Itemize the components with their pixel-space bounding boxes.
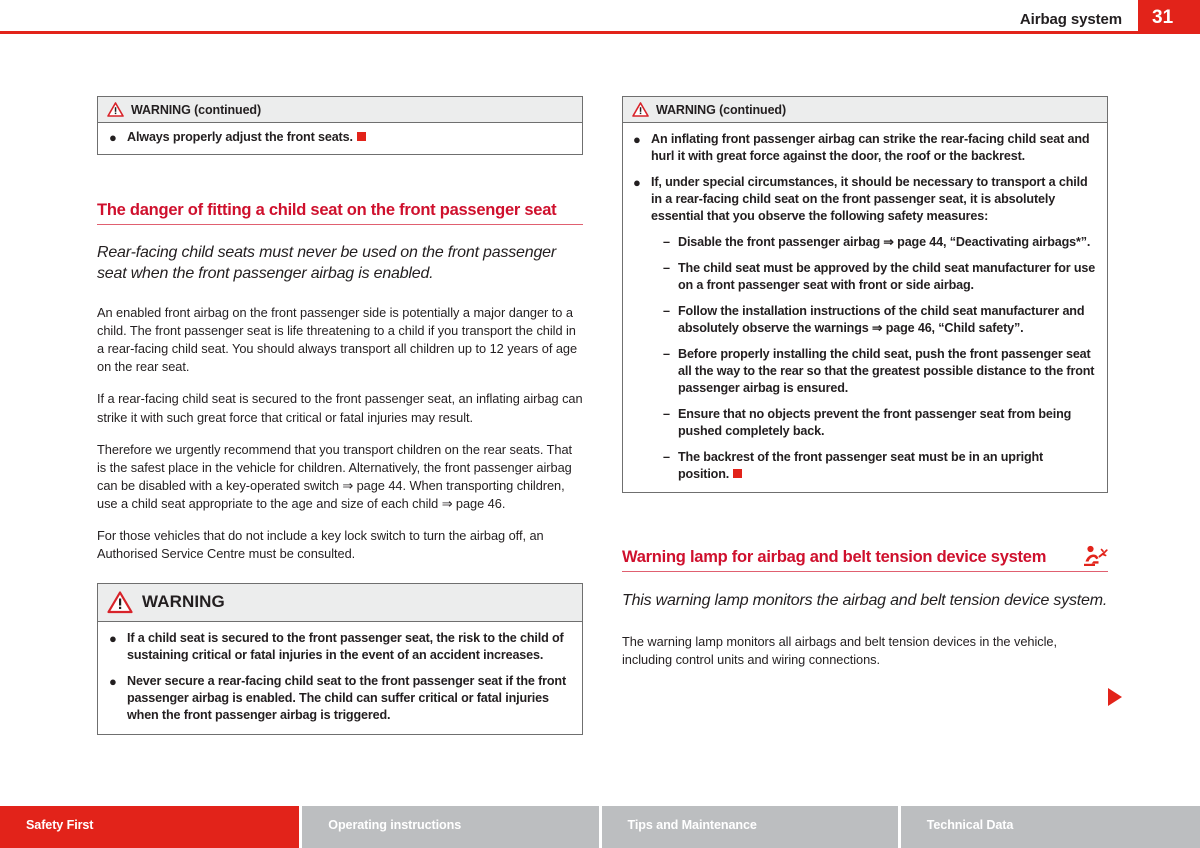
warning-item-text: If, under special circumstances, it shou… xyxy=(651,175,1088,223)
warning-body-left: ● If a child seat is secured to the fron… xyxy=(98,622,582,734)
warning-continued-header-right: WARNING (continued) xyxy=(623,97,1107,123)
body-paragraph-3: Therefore we urgently recommend that you… xyxy=(97,441,573,512)
dash-marker: – xyxy=(663,407,670,421)
body-paragraph-4: For those vehicles that do not include a… xyxy=(97,528,544,562)
tab-operating-instructions[interactable]: Operating instructions xyxy=(302,806,599,848)
tab-label: Operating instructions xyxy=(328,818,462,832)
section-lead-child-seat: Rear-facing child seats must never be us… xyxy=(97,243,556,282)
warning-continued-label-right: WARNING (continued) xyxy=(656,102,787,117)
warning-continued-box-left: WARNING (continued) ● Always properly ad… xyxy=(97,96,583,155)
warning-continued-box-right: WARNING (continued) ● An inflating front… xyxy=(622,96,1108,493)
warning-triangle-icon xyxy=(107,102,124,117)
warning-continued-header-left: WARNING (continued) xyxy=(98,97,582,123)
warning-item-text: If a child seat is secured to the front … xyxy=(127,630,564,662)
body-paragraph-2: If a rear-facing child seat is secured t… xyxy=(97,391,583,425)
warning-continued-label-left: WARNING (continued) xyxy=(131,102,262,117)
warning-triangle-icon xyxy=(107,591,133,613)
warning-item-text: Before properly installing the child sea… xyxy=(678,347,1095,395)
warning-list-item: ● If a child seat is secured to the fron… xyxy=(109,630,571,664)
warning-continued-body-left: ● Always properly adjust the front seats… xyxy=(98,123,582,154)
dash-marker: – xyxy=(663,235,670,249)
tab-safety-first[interactable]: Safety First xyxy=(0,806,300,848)
warning-item-text: Ensure that no objects prevent the front… xyxy=(678,407,1072,438)
dash-marker: – xyxy=(663,261,670,275)
warning-label-left: WARNING xyxy=(142,592,225,612)
body-paragraph-1: An enabled front airbag on the front pas… xyxy=(97,304,578,375)
warning-sub-item: – Disable the front passenger airbag ⇒ p… xyxy=(663,234,1097,251)
right-column: WARNING (continued) ● An inflating front… xyxy=(622,96,1108,669)
warning-sub-item: – The backrest of the front passenger se… xyxy=(663,449,1097,483)
warning-item-text: Follow the installation instructions of … xyxy=(678,304,1085,335)
section-lead-warning-lamp: This warning lamp monitors the airbag an… xyxy=(622,592,1108,609)
page-number-label: 31 xyxy=(1152,7,1174,28)
body-paragraph-right-1: The warning lamp monitors all airbags an… xyxy=(622,634,1057,668)
section-heading-text: The danger of fitting a child seat on th… xyxy=(97,200,557,219)
header-divider-rule xyxy=(0,31,1200,34)
bullet-marker: ● xyxy=(633,175,641,190)
section-heading-warning-lamp: Warning lamp for airbag and belt tension… xyxy=(622,545,1108,572)
page-title: Airbag system xyxy=(1019,11,1122,28)
warning-item-text: The child seat must be approved by the c… xyxy=(678,261,1096,292)
warning-item-body: Always properly adjust the front seats. xyxy=(127,130,353,144)
warning-header-left: WARNING xyxy=(98,583,582,622)
warning-list-item: ● If, under special circumstances, it sh… xyxy=(633,174,1097,225)
warning-item-text: The backrest of the front passenger seat… xyxy=(678,449,1097,483)
bullet-marker: ● xyxy=(109,130,117,145)
page-number-badge: 31 xyxy=(1138,0,1200,34)
warning-list-item: ● Always properly adjust the front seats… xyxy=(109,129,571,147)
bullet-marker: ● xyxy=(633,132,641,147)
tab-technical-data[interactable]: Technical Data xyxy=(900,806,1200,848)
warning-list-item: ● Never secure a rear-facing child seat … xyxy=(109,673,571,724)
warning-continued-body-right: ● An inflating front passenger airbag ca… xyxy=(623,123,1107,492)
tab-tips-and-maintenance[interactable]: Tips and Maintenance xyxy=(601,806,898,848)
tab-label: Tips and Maintenance xyxy=(627,818,757,832)
warning-triangle-icon xyxy=(632,102,649,117)
dash-marker: – xyxy=(663,450,670,464)
warning-item-text: Disable the front passenger airbag ⇒ pag… xyxy=(678,235,1091,249)
section-heading-child-seat: The danger of fitting a child seat on th… xyxy=(97,201,583,225)
end-of-section-square-icon xyxy=(733,469,743,478)
continuation-arrow-icon xyxy=(1108,688,1122,706)
section-heading-text: Warning lamp for airbag and belt tension… xyxy=(622,548,1047,566)
left-column: WARNING (continued) ● Always properly ad… xyxy=(97,96,583,735)
warning-sub-item: – Follow the installation instructions o… xyxy=(663,303,1097,337)
warning-list-item: ● An inflating front passenger airbag ca… xyxy=(633,131,1097,165)
dash-marker: – xyxy=(663,304,670,318)
airbag-warning-lamp-icon xyxy=(1084,545,1108,566)
warning-sub-item: – Ensure that no objects prevent the fro… xyxy=(663,406,1097,440)
tab-label: Technical Data xyxy=(926,818,1014,832)
page-header: Airbag system 31 xyxy=(0,0,1200,38)
footer-tabs: Safety First Operating instructions Tips… xyxy=(0,806,1200,848)
bullet-marker: ● xyxy=(109,673,117,689)
bullet-marker: ● xyxy=(109,630,117,646)
warning-box-left: WARNING ● If a child seat is secured to … xyxy=(97,582,583,735)
end-of-section-square-icon xyxy=(356,132,366,141)
dash-marker: – xyxy=(663,347,670,361)
warning-item-text: Never secure a rear-facing child seat to… xyxy=(127,673,567,722)
warning-sub-item: – Before properly installing the child s… xyxy=(663,346,1097,397)
tab-label: Safety First xyxy=(26,818,94,832)
warning-sub-item: – The child seat must be approved by the… xyxy=(663,260,1097,294)
warning-item-text: An inflating front passenger airbag can … xyxy=(651,132,1090,163)
warning-item-text: Always properly adjust the front seats. xyxy=(127,129,571,147)
